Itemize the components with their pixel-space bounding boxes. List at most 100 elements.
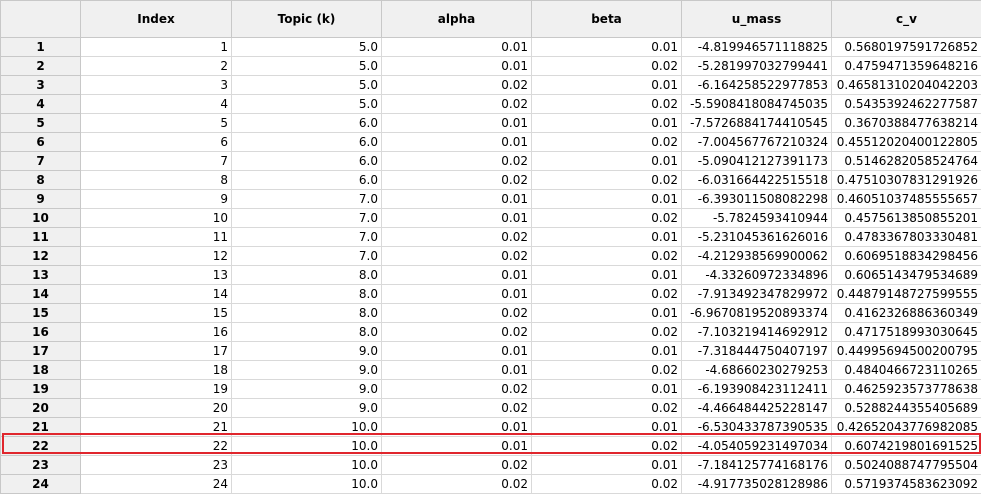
table-cell[interactable]: 0.02 (532, 361, 682, 380)
table-cell[interactable]: 5.0 (232, 76, 382, 95)
column-header[interactable]: u_mass (682, 1, 832, 38)
table-cell[interactable]: 0.4759471359648216 (832, 57, 981, 76)
table-cell[interactable]: 0.5146282058524764 (832, 152, 981, 171)
table-row[interactable]: 222210.00.010.02-4.0540592314970340.6074… (1, 437, 981, 456)
table-row[interactable]: 13138.00.010.01-4.332609723348960.606514… (1, 266, 981, 285)
table-cell[interactable]: 15 (81, 304, 232, 323)
table-cell[interactable]: 7 (81, 152, 232, 171)
table-cell[interactable]: 0.01 (532, 304, 682, 323)
table-row[interactable]: 18189.00.010.02-4.686602302792530.484046… (1, 361, 981, 380)
table-cell[interactable]: 0.01 (532, 114, 682, 133)
row-header[interactable]: 15 (1, 304, 81, 323)
table-cell[interactable]: 2 (81, 57, 232, 76)
table-row[interactable]: 335.00.020.01-6.1642585229778530.4658131… (1, 76, 981, 95)
column-header[interactable]: c_v (832, 1, 981, 38)
row-header[interactable]: 24 (1, 475, 81, 494)
table-cell[interactable]: 0.01 (382, 190, 532, 209)
table-cell[interactable]: 22 (81, 437, 232, 456)
table-cell[interactable]: 10.0 (232, 418, 382, 437)
table-cell[interactable]: 0.46051037485555657 (832, 190, 981, 209)
row-header[interactable]: 4 (1, 95, 81, 114)
table-cell[interactable]: 0.02 (532, 475, 682, 494)
row-header[interactable]: 6 (1, 133, 81, 152)
table-cell[interactable]: 0.01 (382, 285, 532, 304)
row-header[interactable]: 9 (1, 190, 81, 209)
table-row[interactable]: 997.00.010.01-6.3930115080822980.4605103… (1, 190, 981, 209)
table-cell[interactable]: -4.33260972334896 (682, 266, 832, 285)
table-cell[interactable]: -4.212938569900062 (682, 247, 832, 266)
table-cell[interactable]: 0.02 (532, 437, 682, 456)
table-row[interactable]: 115.00.010.01-4.8199465711188250.5680197… (1, 38, 981, 57)
table-cell[interactable]: -6.164258522977853 (682, 76, 832, 95)
table-cell[interactable]: 0.4575613850855201 (832, 209, 981, 228)
table-cell[interactable]: 6.0 (232, 152, 382, 171)
table-cell[interactable]: 21 (81, 418, 232, 437)
table-cell[interactable]: 10.0 (232, 456, 382, 475)
table-cell[interactable]: -5.090412127391173 (682, 152, 832, 171)
table-cell[interactable]: 23 (81, 456, 232, 475)
table-cell[interactable]: 0.44879148727599555 (832, 285, 981, 304)
table-row[interactable]: 15158.00.020.01-6.96708195208933740.4162… (1, 304, 981, 323)
table-cell[interactable]: 0.02 (532, 133, 682, 152)
table-cell[interactable]: 0.01 (382, 114, 532, 133)
column-header[interactable]: Topic (k) (232, 1, 382, 38)
table-cell[interactable]: 0.5024088747795504 (832, 456, 981, 475)
table-row[interactable]: 225.00.010.02-5.2819970327994410.4759471… (1, 57, 981, 76)
row-header[interactable]: 22 (1, 437, 81, 456)
table-cell[interactable]: 6 (81, 133, 232, 152)
table-cell[interactable]: 0.01 (382, 133, 532, 152)
row-header[interactable]: 8 (1, 171, 81, 190)
table-cell[interactable]: 0.01 (382, 342, 532, 361)
table-cell[interactable]: 0.01 (532, 380, 682, 399)
column-header[interactable]: beta (532, 1, 682, 38)
table-cell[interactable]: 0.02 (382, 152, 532, 171)
table-cell[interactable]: 9.0 (232, 380, 382, 399)
table-row[interactable]: 11117.00.020.01-5.2310453616260160.47833… (1, 228, 981, 247)
row-header[interactable]: 14 (1, 285, 81, 304)
table-cell[interactable]: 0.02 (382, 228, 532, 247)
table-cell[interactable]: 14 (81, 285, 232, 304)
table-cell[interactable]: 0.01 (532, 418, 682, 437)
table-cell[interactable]: -4.819946571118825 (682, 38, 832, 57)
table-cell[interactable]: 19 (81, 380, 232, 399)
table-cell[interactable]: 0.02 (382, 304, 532, 323)
table-cell[interactable]: 9 (81, 190, 232, 209)
table-cell[interactable]: 3 (81, 76, 232, 95)
row-header[interactable]: 17 (1, 342, 81, 361)
table-row[interactable]: 776.00.020.01-5.0904121273911730.5146282… (1, 152, 981, 171)
table-cell[interactable]: 0.02 (532, 171, 682, 190)
table-row[interactable]: 232310.00.020.01-7.1841257741681760.5024… (1, 456, 981, 475)
table-cell[interactable]: 10 (81, 209, 232, 228)
table-cell[interactable]: 0.01 (532, 266, 682, 285)
table-cell[interactable]: 0.02 (382, 76, 532, 95)
table-cell[interactable]: 0.02 (532, 247, 682, 266)
table-cell[interactable]: 0.01 (532, 76, 682, 95)
table-row[interactable]: 212110.00.010.01-6.5304337873905350.4265… (1, 418, 981, 437)
table-cell[interactable]: 0.02 (532, 285, 682, 304)
table-cell[interactable]: 0.5680197591726852 (832, 38, 981, 57)
table-row[interactable]: 242410.00.020.02-4.9177350281289860.5719… (1, 475, 981, 494)
table-cell[interactable]: 0.4162326886360349 (832, 304, 981, 323)
table-cell[interactable]: 5.0 (232, 57, 382, 76)
table-row[interactable]: 886.00.020.02-6.0316644225155180.4751030… (1, 171, 981, 190)
table-cell[interactable]: 0.02 (532, 323, 682, 342)
row-header[interactable]: 11 (1, 228, 81, 247)
row-header[interactable]: 20 (1, 399, 81, 418)
table-cell[interactable]: 17 (81, 342, 232, 361)
table-cell[interactable]: 0.02 (382, 171, 532, 190)
table-cell[interactable]: -7.5726884174410545 (682, 114, 832, 133)
table-cell[interactable]: 0.01 (382, 57, 532, 76)
row-header[interactable]: 13 (1, 266, 81, 285)
table-row[interactable]: 14148.00.010.02-7.9134923478299720.44879… (1, 285, 981, 304)
table-cell[interactable]: 0.4625923573778638 (832, 380, 981, 399)
table-cell[interactable]: 0.5288244355405689 (832, 399, 981, 418)
table-cell[interactable]: -6.031664422515518 (682, 171, 832, 190)
table-cell[interactable]: 5 (81, 114, 232, 133)
row-header[interactable]: 10 (1, 209, 81, 228)
row-header[interactable]: 23 (1, 456, 81, 475)
corner-cell[interactable] (1, 1, 81, 38)
table-row[interactable]: 666.00.010.02-7.0045677672103240.4551202… (1, 133, 981, 152)
table-cell[interactable]: 9.0 (232, 342, 382, 361)
table-cell[interactable]: 0.01 (532, 342, 682, 361)
table-cell[interactable]: 6.0 (232, 171, 382, 190)
